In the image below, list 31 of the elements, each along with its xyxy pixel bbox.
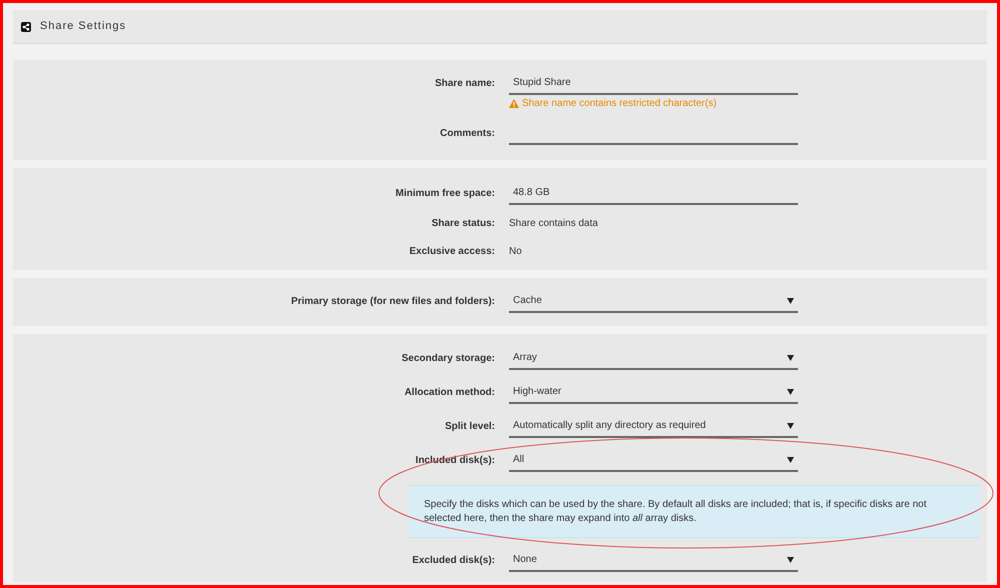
dropdown[interactable]: High-water (509, 381, 798, 404)
field-label: Share name: (434, 77, 495, 91)
caret-icon (787, 298, 794, 304)
caret-icon (787, 556, 794, 562)
field-label: Share status: (432, 216, 495, 230)
field-label: Minimum free space: (396, 187, 495, 201)
field-label: Allocation method: (404, 386, 495, 400)
caret-icon (787, 456, 794, 462)
warning-message: Share name contains restricted character(s) (522, 96, 717, 110)
field-label: Secondary storage: (402, 352, 495, 366)
text-field[interactable]: 48.8 GB (509, 182, 798, 205)
text-field[interactable]: Stupid Share (509, 72, 798, 95)
share-icon (21, 22, 31, 32)
page-title: Share Settings (40, 19, 126, 34)
field-label: Split level: (444, 420, 495, 434)
caret-icon (787, 354, 794, 360)
field-label: Excluded disk(s): (412, 554, 495, 568)
dropdown[interactable]: Array (509, 347, 798, 370)
dropdown[interactable]: Automatically split any directory as required (509, 415, 798, 438)
dropdown[interactable]: All (509, 449, 798, 472)
field-label: Comments: (440, 127, 495, 141)
help-text: Specify the disks which can be used by the share. By default all disks are included; that is, if specific disks are not selected here, then the share may expand into all array disks. (424, 498, 928, 526)
warning-icon (509, 98, 519, 108)
dropdown[interactable]: Cache (509, 290, 798, 313)
field-value: Share contains data (509, 216, 598, 230)
field-value: No (509, 244, 522, 258)
dropdown[interactable]: None (509, 549, 798, 572)
caret-icon (787, 422, 794, 428)
caret-icon (787, 388, 794, 394)
field-label: Exclusive access: (409, 244, 495, 258)
field-label: Primary storage (for new files and folders): (291, 295, 495, 309)
